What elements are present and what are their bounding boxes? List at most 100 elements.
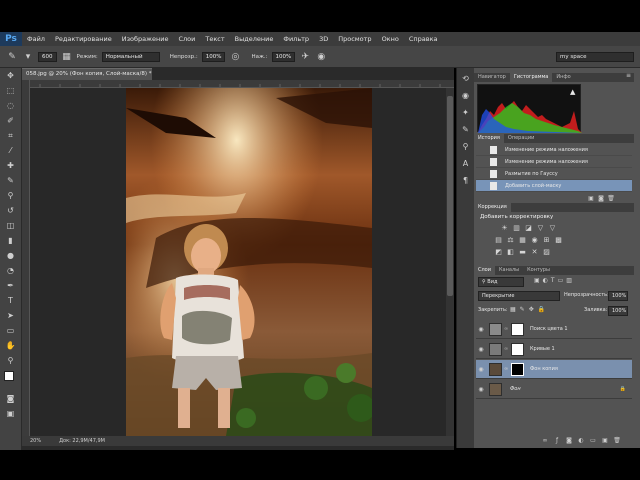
layer-row-selected[interactable]: ◉ ∞ Фон копия: [476, 360, 632, 379]
eye-icon[interactable]: ◉: [476, 326, 486, 333]
channel-mixer-icon[interactable]: ⊞: [542, 236, 551, 245]
menu-type[interactable]: Текст: [200, 35, 229, 43]
hand-tool-icon[interactable]: ✋: [3, 339, 19, 353]
eye-icon[interactable]: ◉: [476, 346, 486, 353]
layer-blend-mode-select[interactable]: Перекрытие: [478, 291, 560, 301]
history-item[interactable]: Изменение режима наложения: [476, 144, 632, 156]
brush-tool-icon[interactable]: ✎: [3, 174, 19, 188]
menu-3d[interactable]: 3D: [314, 35, 333, 43]
color-swatches[interactable]: [0, 369, 21, 391]
eye-icon[interactable]: ◉: [476, 386, 486, 393]
menu-select[interactable]: Выделение: [230, 35, 279, 43]
link-layers-icon[interactable]: ∞: [540, 436, 550, 445]
curves-icon[interactable]: ◪: [524, 224, 533, 233]
layer-style-icon[interactable]: ƒ: [552, 436, 562, 445]
chain-link-icon[interactable]: ∞: [504, 346, 508, 352]
brush-panel-icon[interactable]: ✦: [460, 107, 472, 119]
posterize-icon[interactable]: ◧: [506, 248, 515, 257]
filter-adjustment-icon[interactable]: ◐: [543, 277, 548, 284]
dropdown-arrow-icon[interactable]: ▾: [22, 51, 34, 63]
opacity-pressure-icon[interactable]: ◎: [229, 51, 241, 63]
new-document-from-state-icon[interactable]: ▣: [586, 194, 596, 203]
history-item[interactable]: Размытие по Гауссу: [476, 168, 632, 180]
foreground-color-swatch[interactable]: [4, 371, 14, 381]
menu-window[interactable]: Окно: [377, 35, 404, 43]
filter-shape-icon[interactable]: ▭: [558, 277, 564, 284]
blur-tool-icon[interactable]: ●: [3, 249, 19, 263]
add-mask-icon[interactable]: ◙: [564, 436, 574, 445]
hue-saturation-icon[interactable]: ▤: [494, 236, 503, 245]
lock-all-icon[interactable]: 🔒: [538, 306, 545, 313]
menu-edit[interactable]: Редактирование: [50, 35, 117, 43]
tab-layers[interactable]: Слои: [474, 266, 495, 275]
new-group-icon[interactable]: ▭: [588, 436, 598, 445]
lock-position-icon[interactable]: ✥: [529, 306, 534, 313]
layer-row[interactable]: ◉ ∞ Кривые 1: [476, 340, 632, 359]
invert-icon[interactable]: ◩: [494, 248, 503, 257]
clone-source-icon[interactable]: ⚲: [460, 141, 472, 153]
lock-transparency-icon[interactable]: ▦: [510, 306, 516, 313]
document-canvas-photo[interactable]: [126, 88, 372, 436]
lock-pixels-icon[interactable]: ✎: [520, 306, 525, 313]
brush-size-preset[interactable]: 600: [38, 51, 57, 62]
gradient-tool-icon[interactable]: ▮: [3, 234, 19, 248]
menu-layers[interactable]: Слои: [173, 35, 200, 43]
menu-help[interactable]: Справка: [404, 35, 443, 43]
paragraph-panel-icon[interactable]: ¶: [460, 175, 472, 187]
trash-icon[interactable]: 🗑: [612, 436, 622, 445]
quick-select-tool-icon[interactable]: ✐: [3, 114, 19, 128]
path-select-tool-icon[interactable]: ➤: [3, 309, 19, 323]
blend-mode-select[interactable]: Нормальный: [101, 51, 160, 62]
threshold-icon[interactable]: ▬: [518, 248, 527, 257]
tab-actions[interactable]: Операции: [504, 134, 538, 143]
pressure-input[interactable]: 100%: [271, 51, 296, 62]
document-tab[interactable]: 058.jpg @ 20% (Фон копия, Слой-маска/8) …: [22, 68, 152, 80]
opacity-input[interactable]: 100%: [201, 51, 226, 62]
clone-stamp-tool-icon[interactable]: ⚲: [3, 189, 19, 203]
pen-tool-icon[interactable]: ✒: [3, 279, 19, 293]
tab-history[interactable]: История: [474, 134, 504, 143]
black-white-icon[interactable]: ▦: [518, 236, 527, 245]
gradient-map-icon[interactable]: ▨: [542, 248, 551, 257]
tab-adjustments[interactable]: Коррекция: [474, 203, 511, 212]
history-item[interactable]: Изменение режима наложения: [476, 156, 632, 168]
crop-tool-icon[interactable]: ⌗: [3, 129, 19, 143]
vibrance-icon[interactable]: ▽: [548, 224, 557, 233]
new-layer-icon[interactable]: ▣: [600, 436, 610, 445]
trash-icon[interactable]: 🗑: [606, 194, 616, 203]
layer-row[interactable]: ◉ ∞ Поиск цвета 1: [476, 320, 632, 339]
menu-filter[interactable]: Фильтр: [278, 35, 314, 43]
tab-paths[interactable]: Контуры: [523, 266, 554, 275]
menu-view[interactable]: Просмотр: [333, 35, 376, 43]
layer-mask-thumbnail[interactable]: [511, 322, 524, 336]
photo-filter-icon[interactable]: ◉: [530, 236, 539, 245]
chain-link-icon[interactable]: ∞: [504, 366, 508, 372]
tab-channels[interactable]: Каналы: [495, 266, 523, 275]
brush-panel-icon[interactable]: ▦: [61, 51, 73, 63]
brush-tool-icon[interactable]: ✎: [6, 51, 18, 63]
tablet-pressure-icon[interactable]: ◉: [315, 51, 327, 63]
selective-color-icon[interactable]: ✕: [530, 248, 539, 257]
eraser-tool-icon[interactable]: ◫: [3, 219, 19, 233]
character-panel-icon[interactable]: A: [460, 158, 472, 170]
menu-file[interactable]: Файл: [22, 35, 50, 43]
screen-mode-icon[interactable]: ▣: [3, 407, 19, 421]
shape-tool-icon[interactable]: ▭: [3, 324, 19, 338]
tab-navigator[interactable]: Навигатор: [474, 73, 510, 82]
layer-row[interactable]: ◉ Фон 🔒: [476, 380, 632, 399]
filter-pixel-icon[interactable]: ▣: [534, 277, 540, 284]
panel-menu-icon[interactable]: ≡: [626, 72, 631, 79]
eyedropper-tool-icon[interactable]: ⁄: [3, 144, 19, 158]
zoom-level[interactable]: 20%: [30, 438, 41, 444]
filter-smart-icon[interactable]: ▥: [566, 277, 572, 284]
brightness-contrast-icon[interactable]: ☀: [500, 224, 509, 233]
tab-histogram[interactable]: Гистограмма: [509, 73, 553, 82]
chain-link-icon[interactable]: ∞: [504, 326, 508, 332]
history-item-selected[interactable]: Добавить слой-маску: [476, 180, 632, 192]
scrollbar-thumb[interactable]: [447, 96, 453, 296]
dodge-tool-icon[interactable]: ◔: [3, 264, 19, 278]
healing-tool-icon[interactable]: ✚: [3, 159, 19, 173]
warning-icon[interactable]: ▲: [570, 88, 575, 96]
properties-panel-icon[interactable]: ◉: [460, 90, 472, 102]
levels-icon[interactable]: ▥: [512, 224, 521, 233]
